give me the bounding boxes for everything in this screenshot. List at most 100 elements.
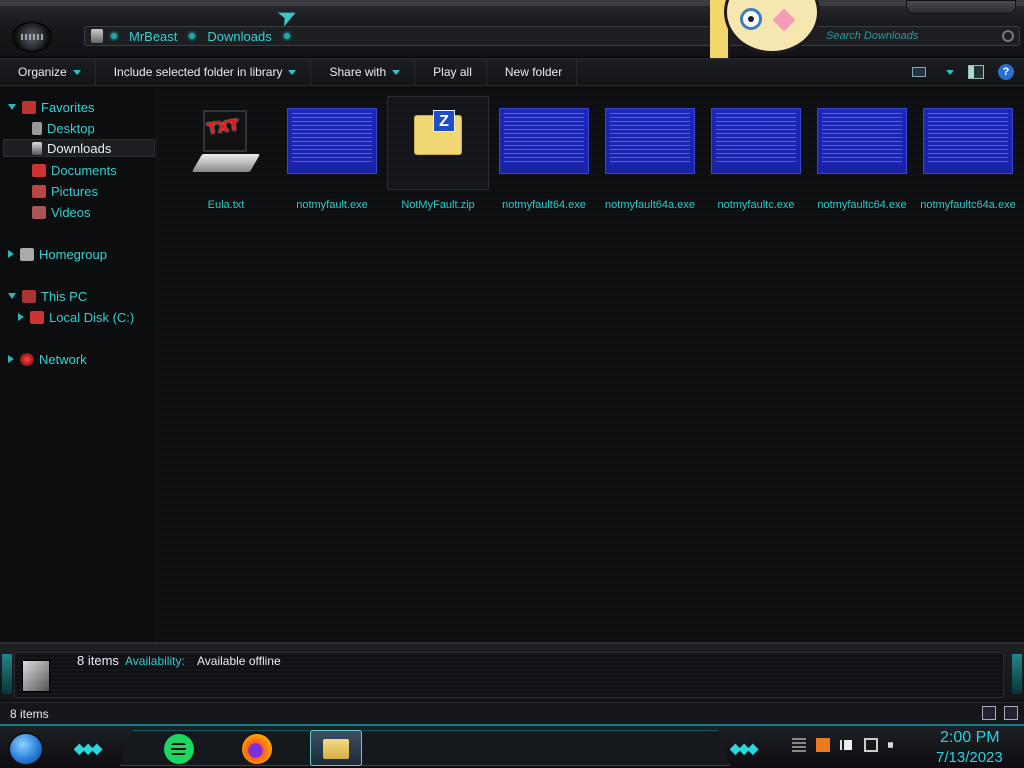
chevron-down-icon[interactable]	[946, 69, 954, 75]
nav-desktop-label: Desktop	[47, 120, 95, 136]
favorites-star-icon	[22, 100, 36, 114]
title-stripe	[0, 0, 1024, 6]
details-view-icon[interactable]	[982, 706, 996, 720]
show-hidden-icons-icon[interactable]	[792, 738, 806, 752]
file-item[interactable]: notmyfault64.exe	[493, 104, 595, 224]
firefox-icon[interactable]	[242, 734, 272, 764]
include-in-library-button[interactable]: Include selected folder in library	[96, 58, 312, 86]
flag-icon[interactable]	[840, 740, 854, 750]
file-item[interactable]: notmyfaultc64.exe	[811, 104, 913, 224]
chevron-down-icon	[392, 70, 401, 76]
nav-favorites[interactable]: Favorites	[8, 98, 94, 116]
toolbar-right-tools: ?	[912, 64, 1014, 80]
expand-arrow-icon[interactable]	[8, 355, 14, 363]
zip-folder-icon: Z	[414, 110, 462, 155]
file-item[interactable]: notmyfault.exe	[281, 104, 383, 224]
details-left-decoration	[2, 654, 12, 694]
preview-pane-icon[interactable]	[968, 65, 984, 79]
file-item[interactable]: notmyfaultc64a.exe	[917, 104, 1019, 224]
large-icons-view-icon[interactable]	[1004, 706, 1018, 720]
file-name: notmyfault64.exe	[502, 199, 586, 211]
expand-arrow-icon[interactable]	[8, 293, 16, 299]
nav-downloads[interactable]: Downloads	[3, 139, 155, 157]
nav-local-disk-label: Local Disk (C:)	[49, 309, 135, 325]
nav-homegroup-label: Homegroup	[39, 246, 107, 262]
nav-local-disk[interactable]: Local Disk (C:)	[18, 308, 134, 326]
network-status-icon[interactable]	[864, 738, 878, 752]
bsod-thumbnail	[817, 108, 907, 174]
nav-pictures[interactable]: Pictures	[32, 182, 98, 200]
organize-label: Organize	[18, 65, 67, 79]
nav-homegroup[interactable]: Homegroup	[8, 245, 107, 263]
file-item[interactable]: notmyfault64a.exe	[599, 104, 701, 224]
file-explorer-taskbar-button[interactable]	[310, 730, 362, 766]
file-name: Eula.txt	[207, 199, 245, 211]
details-item-count: 8 items	[77, 653, 119, 668]
nav-favorites-label: Favorites	[41, 99, 95, 115]
downloads-folder-icon	[22, 660, 50, 692]
details-pane: 8 items Availability: Available offline	[0, 642, 1024, 700]
back-forward-buttons[interactable]	[12, 22, 52, 52]
bsod-thumbnail	[605, 108, 695, 174]
nav-videos-label: Videos	[51, 204, 91, 220]
spotify-icon[interactable]	[164, 734, 194, 764]
share-with-button[interactable]: Share with	[311, 58, 416, 86]
computer-icon	[22, 289, 36, 303]
change-view-icon[interactable]	[912, 67, 926, 77]
play-all-button[interactable]: Play all	[415, 58, 487, 86]
file-name: notmyfaultc64a.exe	[920, 199, 1016, 211]
character-face	[724, 0, 820, 54]
clock-date[interactable]: 7/13/2023	[936, 749, 1003, 766]
breadcrumb-downloads[interactable]: Downloads	[203, 29, 275, 44]
file-name: notmyfaultc64.exe	[817, 199, 907, 211]
homegroup-icon	[20, 247, 34, 261]
availability-label: Availability:	[125, 654, 185, 668]
status-item-count: 8 items	[10, 707, 49, 721]
navigation-pane: Favorites Desktop Downloads Documents Pi…	[0, 88, 157, 642]
start-button[interactable]	[8, 732, 44, 766]
file-item[interactable]: Z	[387, 96, 489, 190]
taskbar-app-plate	[120, 730, 730, 766]
new-folder-button[interactable]: New folder	[487, 58, 578, 86]
title-bar: MrBeast Downloads Search Downloads ➤	[0, 0, 1024, 58]
monitor-graphic: TXT	[203, 110, 247, 152]
window-caption-buttons[interactable]	[906, 0, 1016, 14]
drive-icon	[30, 310, 44, 324]
nav-desktop[interactable]: Desktop	[32, 119, 95, 137]
nav-videos[interactable]: Videos	[32, 203, 91, 221]
expand-arrow-icon[interactable]	[8, 250, 14, 258]
expand-arrow-icon[interactable]	[18, 313, 24, 321]
help-icon[interactable]: ?	[998, 64, 1014, 80]
breadcrumb-separator-icon	[189, 33, 196, 39]
nav-documents[interactable]: Documents	[32, 161, 117, 179]
search-icon[interactable]	[1002, 30, 1014, 42]
expand-arrow-icon[interactable]	[8, 104, 16, 110]
file-name: notmyfault64a.exe	[605, 199, 695, 211]
app-tray-icon[interactable]	[816, 738, 830, 752]
volume-icon[interactable]	[888, 738, 900, 752]
monitor-base-graphic	[191, 154, 261, 172]
nav-this-pc[interactable]: This PC	[8, 287, 87, 305]
bsod-thumbnail	[287, 108, 377, 174]
downloads-icon	[32, 141, 42, 155]
availability-value: Available offline	[197, 654, 281, 668]
desktop-icon	[32, 121, 42, 135]
system-tray	[792, 738, 902, 752]
search-input[interactable]: Search Downloads	[822, 28, 1016, 44]
file-item[interactable]: notmyfaultc.exe	[705, 104, 807, 224]
taskbar: ◆◆◆ ◆◆◆ 2:00 PM 7/13/2023	[0, 724, 1024, 768]
chevron-down-icon	[72, 70, 81, 76]
breadcrumb-separator-icon	[111, 33, 117, 39]
command-bar: Organize Include selected folder in libr…	[0, 58, 1024, 86]
nav-network[interactable]: Network	[8, 350, 87, 368]
chevron-down-icon	[288, 70, 297, 76]
breadcrumb-mrbeast[interactable]: MrBeast	[125, 29, 181, 44]
organize-button[interactable]: Organize	[0, 58, 96, 86]
file-name: NotMyFault.zip	[401, 199, 475, 211]
file-item[interactable]: TXT Eula.txt	[175, 104, 277, 224]
include-library-label: Include selected folder in library	[113, 65, 283, 79]
clock-time[interactable]: 2:00 PM	[940, 729, 1000, 747]
nav-this-pc-label: This PC	[41, 288, 88, 304]
share-with-label: Share with	[329, 65, 387, 79]
nav-network-label: Network	[39, 351, 87, 367]
